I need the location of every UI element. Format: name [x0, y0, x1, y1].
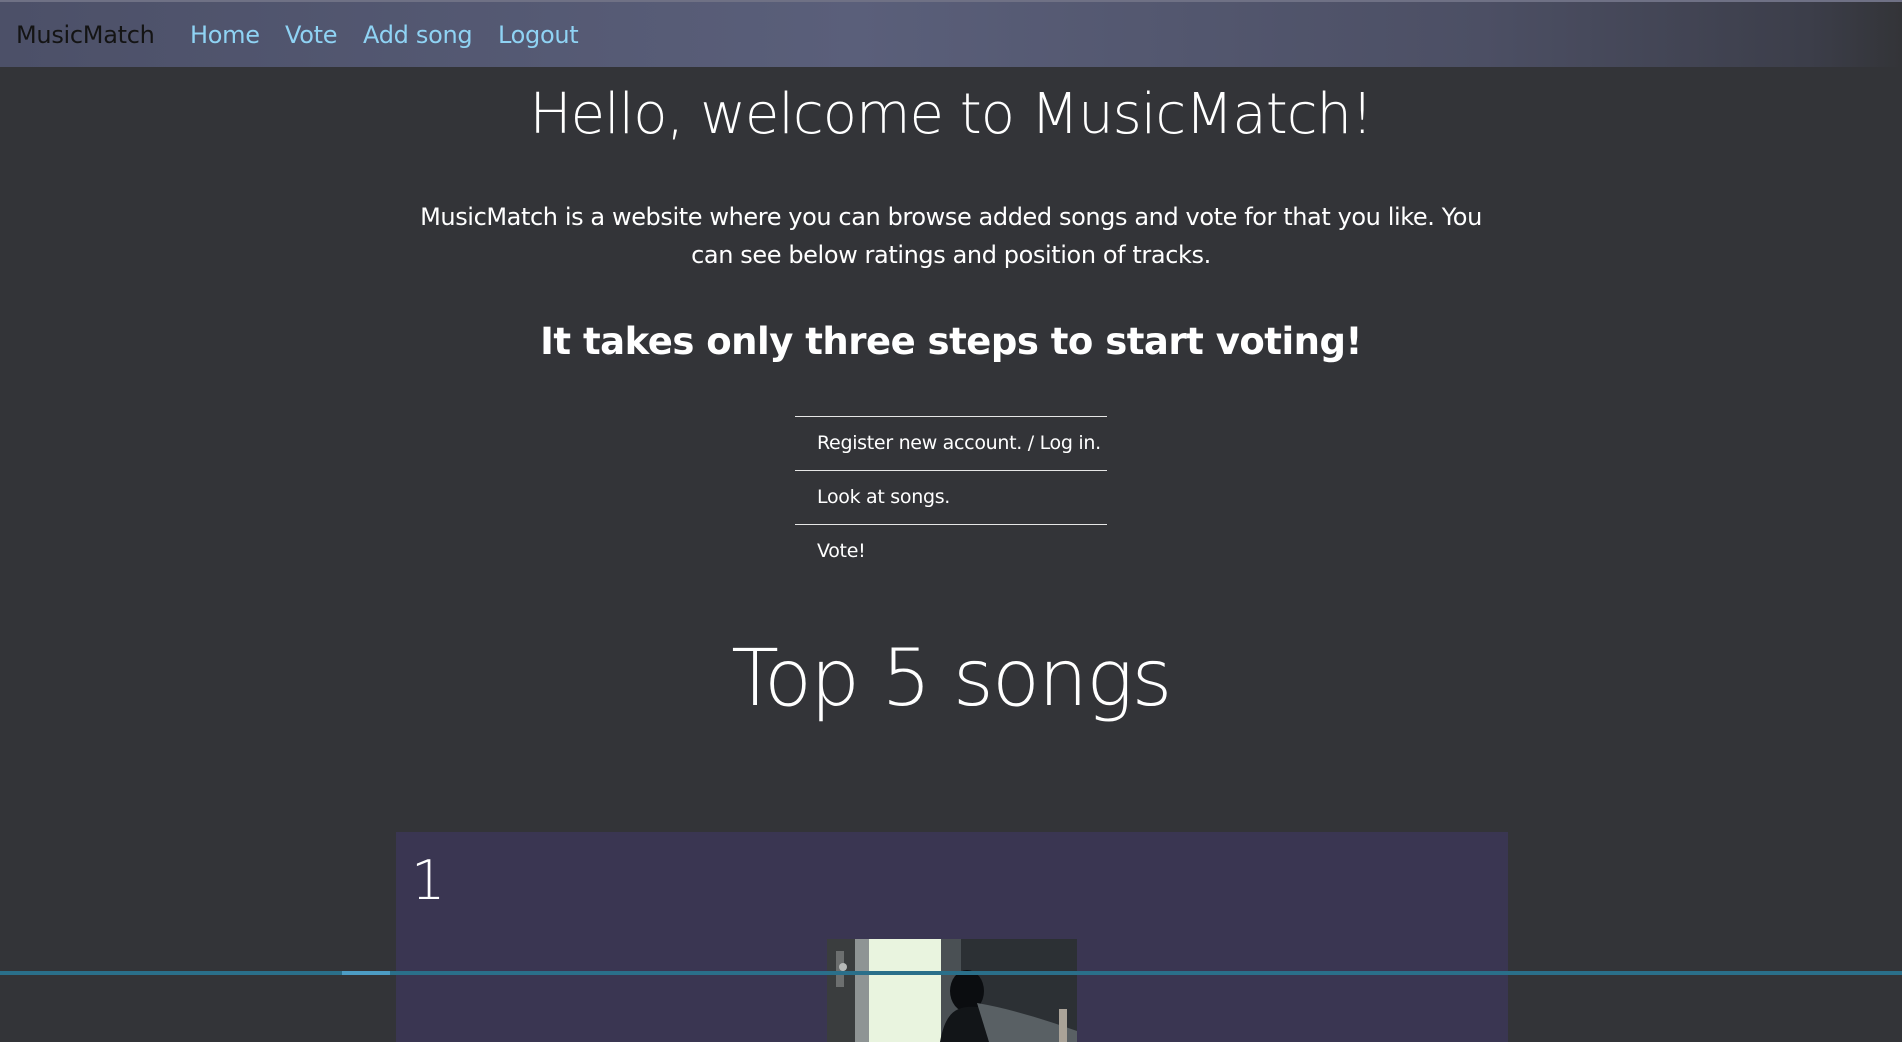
nav-home-link[interactable]: Home [190, 21, 260, 49]
navbar: MusicMatch Home Vote Add song Logout [0, 0, 1902, 67]
nav-vote-link[interactable]: Vote [285, 21, 338, 49]
step-item-vote: Vote! [795, 524, 1107, 578]
song-rank: 1 [411, 849, 446, 912]
nav-add-song-link[interactable]: Add song [363, 21, 473, 49]
steps-list: Register new account. / Log in. Look at … [795, 416, 1107, 578]
brand-link[interactable]: MusicMatch [16, 21, 155, 49]
nav-logout-link[interactable]: Logout [498, 21, 579, 49]
step-item-register: Register new account. / Log in. [795, 416, 1107, 470]
step-item-look: Look at songs. [795, 470, 1107, 524]
welcome-heading: Hello, welcome to MusicMatch! [529, 82, 1374, 147]
album-cover-image [827, 939, 1077, 1042]
steps-heading: It takes only three steps to start votin… [540, 320, 1362, 363]
bottom-strip-marker [342, 971, 390, 975]
top-songs-heading: Top 5 songs [731, 634, 1172, 724]
song-card: 1 [396, 832, 1508, 1042]
intro-paragraph: MusicMatch is a website where you can br… [420, 203, 1482, 269]
album-cover-graphic [827, 939, 1077, 1042]
bottom-scroll-strip [0, 971, 1902, 975]
